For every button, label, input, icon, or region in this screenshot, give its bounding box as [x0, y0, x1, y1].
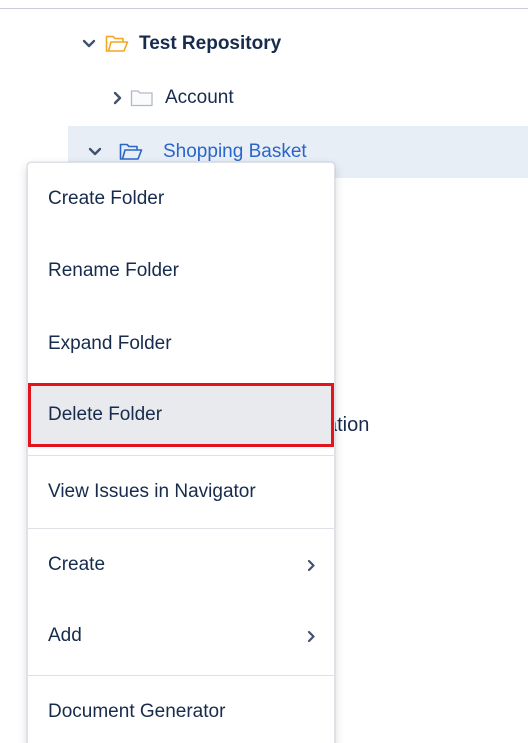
menu-item-document-generator[interactable]: Document Generator — [28, 676, 334, 743]
menu-item-label: Add — [48, 625, 82, 646]
menu-item-label: Rename Folder — [48, 260, 179, 281]
chevron-down-icon[interactable] — [80, 35, 98, 53]
menu-item-label: View Issues in Navigator — [48, 481, 256, 502]
folder-open-icon — [104, 34, 130, 54]
menu-item-create[interactable]: Create — [28, 529, 334, 601]
tree-node-test-repository[interactable]: Test Repository — [0, 18, 528, 70]
menu-item-label: Create Folder — [48, 188, 165, 209]
folder-context-menu: Create Folder Rename Folder Expand Folde… — [27, 162, 335, 743]
chevron-right-icon — [304, 558, 318, 572]
menu-item-add[interactable]: Add — [28, 600, 334, 672]
menu-item-view-issues-in-navigator[interactable]: View Issues in Navigator — [28, 456, 334, 528]
folder-icon — [129, 88, 155, 108]
tree-node-account[interactable]: Account — [0, 72, 528, 124]
menu-item-rename-folder[interactable]: Rename Folder — [28, 235, 334, 307]
menu-item-label: Delete Folder — [48, 404, 163, 425]
menu-item-label: Document Generator — [48, 701, 226, 722]
chevron-right-icon — [304, 629, 318, 643]
menu-item-delete-folder[interactable]: Delete Folder — [28, 383, 334, 447]
chevron-down-icon[interactable] — [86, 143, 104, 161]
tree-node-label[interactable]: Account — [165, 87, 234, 109]
menu-item-label: Create — [48, 554, 106, 575]
top-divider — [0, 8, 528, 9]
folder-open-icon — [118, 142, 144, 162]
tree-node-label[interactable]: Shopping Basket — [163, 141, 307, 163]
tree-node-label[interactable]: Test Repository — [139, 33, 281, 55]
chevron-right-icon[interactable] — [109, 89, 127, 107]
menu-item-expand-folder[interactable]: Expand Folder — [28, 308, 334, 380]
menu-item-create-folder[interactable]: Create Folder — [28, 163, 334, 235]
page: Test Repository Account Shopping Basket … — [0, 0, 528, 743]
menu-item-label: Expand Folder — [48, 333, 172, 354]
